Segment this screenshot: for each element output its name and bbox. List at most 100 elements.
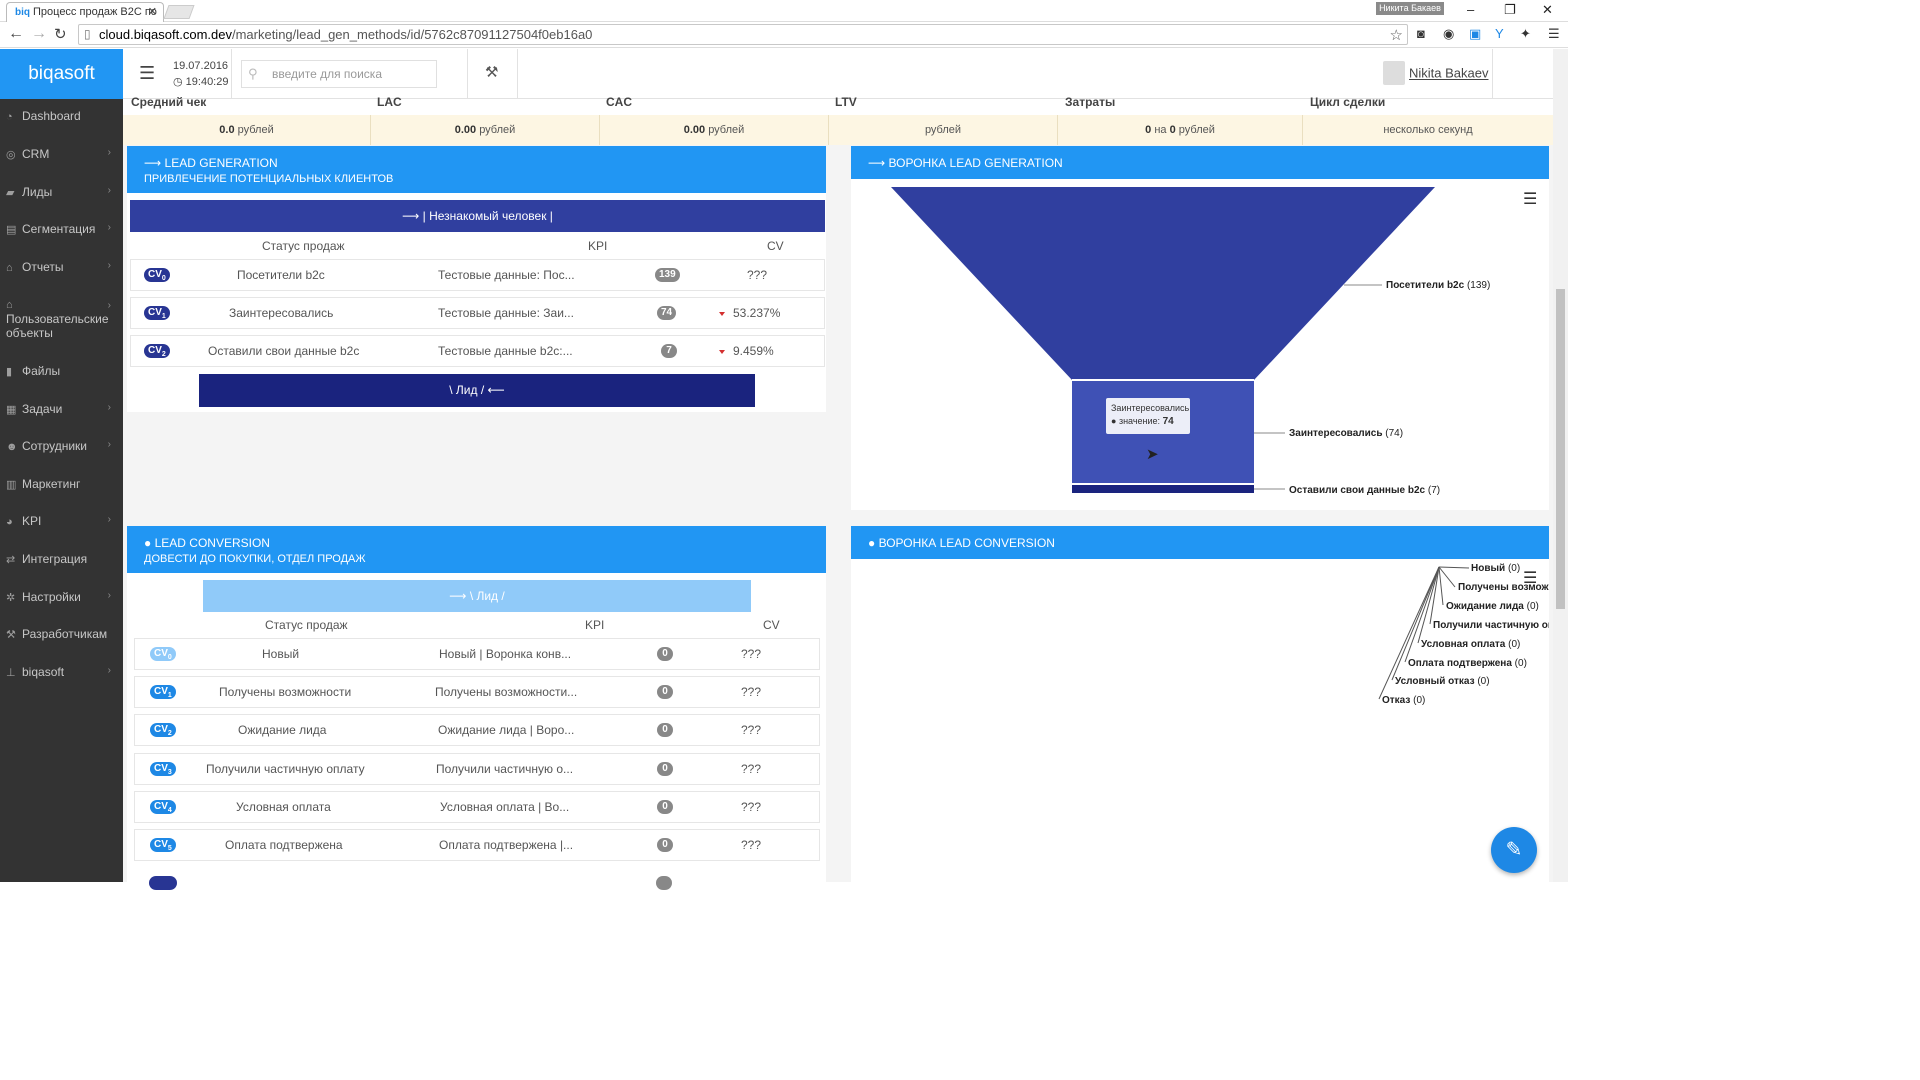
table-row[interactable]: CV3 Получили частичную оплату Получили ч… [134,753,820,785]
app-logo[interactable]: biqasoft [0,49,123,99]
stage-in-bar[interactable]: ⟶ | Незнакомый человек | [130,200,825,232]
sidebar-item-crm[interactable]: ◎ CRM › [0,147,123,161]
row-status: Получены возможности [219,685,352,699]
table-row[interactable]: CV4 Условная оплата Условная оплата | Во… [134,791,820,823]
restore-icon[interactable]: ❐ [1504,2,1516,18]
extension-icon[interactable]: ▣ [1469,26,1481,42]
label-connector [1438,566,1470,569]
summary-values: 0.0 рублей 0.00 рублей 0.00 рублей рубле… [123,115,1553,145]
tasks-icon: ▦ [6,404,17,416]
panel-subtitle: ДОВЕСТИ ДО ПОКУПКИ, ОТДЕЛ ПРОДАЖ [144,553,366,565]
edit-fab-button[interactable]: ✎ [1491,827,1537,873]
sidebar-item-label: Лиды [22,185,53,199]
cv-badge: CV2 [144,344,170,358]
magic-wand-icon[interactable]: ⚒ [485,63,498,81]
table-row[interactable]: CV0 Новый Новый | Воронка конв... 0 ??? [134,638,820,670]
summary-cell: 0 на 0 рублей [1058,115,1303,145]
url-field[interactable]: ▯ cloud.biqasoft.com.dev/marketing/lead_… [78,24,1408,45]
summary-header-ltv: LTV [835,95,857,109]
sidebar-item-custom-objects[interactable]: ⌂ Пользовательские объекты › [0,297,123,340]
sidebar-item-employees[interactable]: ☻ Сотрудники › [0,439,123,453]
cv-badge: CV2 [150,723,176,737]
sidebar-item-label: Dashboard [22,109,81,123]
chevron-right-icon: › [107,185,111,196]
url-host: cloud.biqasoft.com.dev [99,27,232,42]
lead-conversion-body: ⟶ \ Лид / Статус продаж KPI CV CV0 Новый… [127,573,826,890]
arrow-left-icon: ⟵ [484,383,505,397]
reload-icon[interactable]: ↻ [54,25,67,43]
browser-profile-chip[interactable]: Никита Бакаев [1376,2,1444,15]
user-name-link[interactable]: Nikita Bakaev [1409,66,1488,81]
scrollbar-thumb[interactable] [1556,289,1565,609]
bookmark-star-icon[interactable]: ☆ [1390,26,1403,44]
header-divider [517,49,518,99]
stage-out-bar[interactable]: \ Лид / ⟵ [199,374,755,407]
table-row[interactable]: CV2 Оставили свои данные b2c Тестовые да… [130,335,825,367]
pocket-icon[interactable]: ◙ [1417,26,1425,41]
dot-icon: ● [1111,416,1119,426]
chevron-right-icon: › [107,300,111,311]
browser-tab[interactable]: biq Процесс продаж B2C по ✕ [6,2,164,22]
lock-extension-icon[interactable]: ◉ [1443,26,1454,42]
row-status: Оплата подтвержена [225,838,343,852]
funnel-label: Условная оплата (0) [1421,639,1520,650]
sidebar-item-settings[interactable]: ✲ Настройки › [0,590,123,604]
hamburger-menu-icon[interactable]: ☰ [139,63,155,84]
down-arrow-icon [719,349,725,354]
table-row[interactable]: CV0 Посетители b2c Тестовые данные: Пос.… [130,259,825,291]
arrow-right-icon: ⟶ [144,156,165,170]
new-tab-button[interactable] [163,5,195,19]
tab-title: Процесс продаж B2C по [33,6,157,18]
sidebar-item-segmentation[interactable]: ▤ Сегментация › [0,222,123,236]
forward-icon[interactable]: → [31,25,47,43]
sidebar-item-leads[interactable]: ▰ Лиды › [0,185,123,199]
table-row[interactable]: CV1 Получены возможности Получены возмож… [134,676,820,708]
back-icon[interactable]: ← [8,25,24,43]
funnel-label: Ожидание лида (0) [1446,601,1539,612]
sidebar-item-label: Отчеты [22,260,64,274]
page-scrollbar[interactable] [1553,49,1568,882]
sidebar-item-dashboard[interactable]: ◔ Dashboard [0,109,123,123]
table-row[interactable]: CV1 Заинтересовались Тестовые данные: За… [130,297,825,329]
table-row[interactable]: CV5 Оплата подтвержена Оплата подтвержен… [134,829,820,861]
close-tab-icon[interactable]: ✕ [148,5,157,18]
lead-generation-body: ⟶ | Незнакомый человек | Статус продаж K… [127,193,826,412]
arrow-right-icon: ⟶ [449,589,470,603]
stage-in-bar[interactable]: ⟶ \ Лид / [203,580,751,612]
sidebar-item-kpi[interactable]: ◕ KPI › [0,514,123,528]
row-data: Получили частичную о... [436,762,574,776]
row-status: Посетители b2c [237,268,325,282]
sidebar-item-developers[interactable]: ⚒ Разработчикам [0,627,123,641]
chart-icon: ▥ [6,479,17,491]
puzzle-icon[interactable]: ✦ [1520,26,1531,42]
exchange-icon: ⇄ [6,554,16,566]
sidebar-item-label: Настройки [22,590,81,604]
col-cv: CV [763,618,780,632]
row-cv: ??? [741,685,762,699]
sidebar-item-biqasoft[interactable]: ⊥ biqasoft › [0,665,123,679]
col-status: Статус продаж [265,618,348,632]
chart-tooltip: Заинтересовались ● значение: 74 [1105,397,1191,435]
sidebar-item-files[interactable]: ▮ Файлы [0,364,123,378]
sidebar-item-marketing[interactable]: ▥ Маркетинг [0,477,123,491]
sidebar-item-tasks[interactable]: ▦ Задачи › [0,402,123,416]
funnel-conversion-header: ● ВОРОНКА LEAD CONVERSION [851,526,1549,559]
search-box[interactable]: ⚲ [241,60,437,88]
search-input[interactable] [272,64,432,84]
kpi-badge: 0 [657,800,673,814]
sidebar-item-integration[interactable]: ⇄ Интеграция [0,552,123,566]
kpi-badge: 0 [657,647,673,661]
close-window-icon[interactable]: ✕ [1542,2,1553,18]
vpn-icon[interactable]: Y [1495,26,1504,41]
funnel-generation-header: ⟶ ВОРОНКА LEAD GENERATION [851,146,1549,179]
sidebar-item-reports[interactable]: ⌂ Отчеты › [0,260,123,274]
summary-headers: Средний чек LAC CAC LTV Затраты Цикл сде… [123,93,1553,115]
user-menu[interactable]: Nikita Bakaev [1383,61,1488,87]
cv-badge: CV0 [144,268,170,282]
row-cv: ??? [741,762,762,776]
kpi-badge: 0 [657,685,673,699]
table-row[interactable]: CV2 Ожидание лида Ожидание лида | Воро..… [134,714,820,746]
browser-menu-icon[interactable]: ☰ [1548,26,1560,42]
pencil-icon: ✎ [1505,839,1523,861]
minimize-icon[interactable]: – [1467,2,1474,17]
